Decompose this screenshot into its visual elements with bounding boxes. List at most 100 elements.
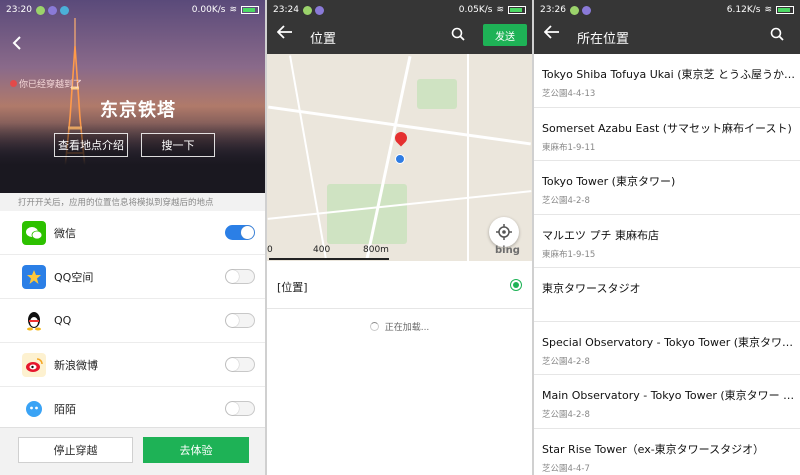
search-button[interactable]	[770, 26, 784, 45]
location-pin-icon	[10, 80, 17, 87]
back-arrow-icon	[12, 36, 21, 50]
place-name: Somerset Azabu East (サマセット麻布イースト)	[542, 121, 792, 135]
try-now-button[interactable]: 去体验	[143, 437, 249, 463]
app-list: 微信 QQ空间 QQ 新浪微博 陌陌	[0, 211, 265, 431]
app-notification-icon	[47, 5, 57, 15]
app-notification-icon	[569, 5, 579, 15]
list-item[interactable]: Star Rise Tower（ex-東京タワースタジオ） 芝公園4-4-7	[534, 429, 800, 475]
traverse-panel: 23:20 0.00K/s ≋ 你已经穿越到了 东京铁塔 查看地点介绍 搜一下 …	[0, 0, 265, 475]
back-button[interactable]	[276, 24, 293, 43]
send-button[interactable]: 发送	[483, 24, 527, 46]
map-park	[327, 184, 407, 244]
place-intro-button[interactable]: 查看地点介绍	[54, 133, 128, 157]
list-item[interactable]: Special Observatory - Tokyo Tower (東京タワー…	[534, 322, 800, 375]
qzone-toggle[interactable]	[225, 269, 255, 284]
scale-label: 400	[313, 245, 331, 255]
hero-banner: 23:20 0.00K/s ≋ 你已经穿越到了 东京铁塔 查看地点介绍 搜一下	[0, 0, 265, 193]
places-header: 23:26 6.12K/s ≋ 所在位置	[534, 0, 800, 54]
app-notification-icon	[302, 5, 312, 15]
app-row-qq: QQ	[0, 299, 265, 343]
scale-label: 0	[267, 245, 273, 255]
send-location-panel: 23:24 0.05K/s ≋ 位置 发送 0 400 800m bing [位…	[267, 0, 532, 475]
momo-icon	[22, 396, 46, 421]
place-name: マルエツ プチ 東麻布店	[542, 228, 659, 242]
battery-icon	[241, 6, 259, 14]
stop-traverse-button[interactable]: 停止穿越	[18, 437, 133, 463]
status-bar: 23:20 0.00K/s ≋	[0, 0, 265, 20]
app-name: 陌陌	[54, 402, 76, 416]
weibo-toggle[interactable]	[225, 357, 255, 372]
wechat-icon	[22, 220, 46, 245]
place-name: Main Observatory - Tokyo Tower (東京タワー 大…	[542, 389, 796, 402]
app-row-qzone: QQ空间	[0, 255, 265, 299]
network-speed: 6.12K/s	[726, 5, 761, 15]
map-road	[289, 55, 327, 260]
scale-label: 800m	[363, 245, 389, 255]
place-list: Tokyo Shiba Tofuya Ukai (東京芝 とうふ屋うか… 芝公園…	[534, 54, 800, 475]
bottom-action-bar: 停止穿越 去体验	[0, 427, 265, 475]
place-address: 東麻布1-9-15	[542, 249, 596, 260]
loading-indicator: 正在加载...	[267, 320, 532, 333]
current-location-dot	[395, 154, 405, 164]
status-time: 23:20	[6, 5, 32, 15]
scale-bar	[269, 258, 389, 260]
place-name: 東京タワースタジオ	[542, 282, 641, 295]
qzone-icon	[22, 264, 46, 289]
page-title: 位置	[310, 32, 337, 47]
status-bar: 23:26 6.12K/s ≋	[534, 0, 800, 20]
spinner-icon	[369, 322, 379, 331]
hint-text: 打开开关后，应用的位置信息将模拟到穿越后的地点	[0, 193, 265, 211]
battery-icon	[508, 6, 526, 14]
search-button[interactable]	[451, 26, 465, 45]
search-icon	[770, 27, 784, 41]
crosshair-icon	[496, 224, 512, 240]
list-item[interactable]: Main Observatory - Tokyo Tower (東京タワー 大……	[534, 375, 800, 429]
locate-me-button[interactable]	[489, 217, 519, 247]
map-view[interactable]: 0 400 800m bing	[267, 54, 532, 261]
list-item[interactable]: 東京タワースタジオ	[534, 268, 800, 322]
place-title: 东京铁塔	[100, 100, 176, 121]
back-button[interactable]	[10, 34, 30, 54]
search-icon	[451, 27, 465, 41]
nearby-places-panel: 23:26 6.12K/s ≋ 所在位置 Tokyo Shiba Tofuya …	[534, 0, 800, 475]
place-name: Tokyo Shiba Tofuya Ukai (東京芝 とうふ屋うか…	[542, 68, 796, 81]
map-road	[467, 54, 469, 261]
notification-icons	[35, 5, 69, 15]
app-row-wechat: 微信	[0, 211, 265, 255]
place-address: 芝公園4-2-8	[542, 196, 590, 206]
notification-icons	[302, 5, 324, 15]
position-option[interactable]: [位置]	[267, 261, 532, 309]
network-speed: 0.05K/s	[458, 5, 493, 15]
position-label: [位置]	[277, 281, 308, 294]
city-skyline	[0, 123, 265, 193]
app-name: QQ空间	[54, 270, 94, 284]
back-arrow-icon	[276, 25, 292, 39]
selected-radio-icon[interactable]	[510, 279, 522, 291]
bing-logo: bing	[495, 245, 520, 256]
wifi-icon: ≋	[764, 5, 772, 15]
momo-toggle[interactable]	[225, 401, 255, 416]
network-speed: 0.00K/s	[191, 5, 226, 15]
wechat-toggle[interactable]	[225, 225, 255, 240]
app-notification-icon	[35, 5, 45, 15]
back-button[interactable]	[543, 24, 560, 43]
place-address: 芝公園4-2-8	[542, 410, 590, 420]
app-name: 微信	[54, 226, 76, 240]
place-name: Tokyo Tower (東京タワー)	[542, 175, 676, 188]
battery-icon	[776, 6, 794, 14]
app-row-weibo: 新浪微博	[0, 343, 265, 387]
page-title: 所在位置	[577, 32, 630, 47]
location-note-text: 你已经穿越到了	[19, 80, 83, 90]
notification-icons	[569, 5, 591, 15]
wifi-icon: ≋	[496, 5, 504, 15]
search-place-button[interactable]: 搜一下	[141, 133, 215, 157]
qq-toggle[interactable]	[225, 313, 255, 328]
weibo-icon	[22, 352, 46, 377]
back-arrow-icon	[543, 25, 559, 39]
place-address: 東麻布1-9-11	[542, 142, 596, 153]
list-item[interactable]: Tokyo Shiba Tofuya Ukai (東京芝 とうふ屋うか… 芝公園…	[534, 54, 800, 108]
list-item[interactable]: マルエツ プチ 東麻布店 東麻布1-9-15	[534, 215, 800, 268]
list-item[interactable]: Tokyo Tower (東京タワー) 芝公園4-2-8	[534, 161, 800, 215]
list-item[interactable]: Somerset Azabu East (サマセット麻布イースト) 東麻布1-9…	[534, 108, 800, 161]
app-notification-icon	[314, 5, 324, 15]
